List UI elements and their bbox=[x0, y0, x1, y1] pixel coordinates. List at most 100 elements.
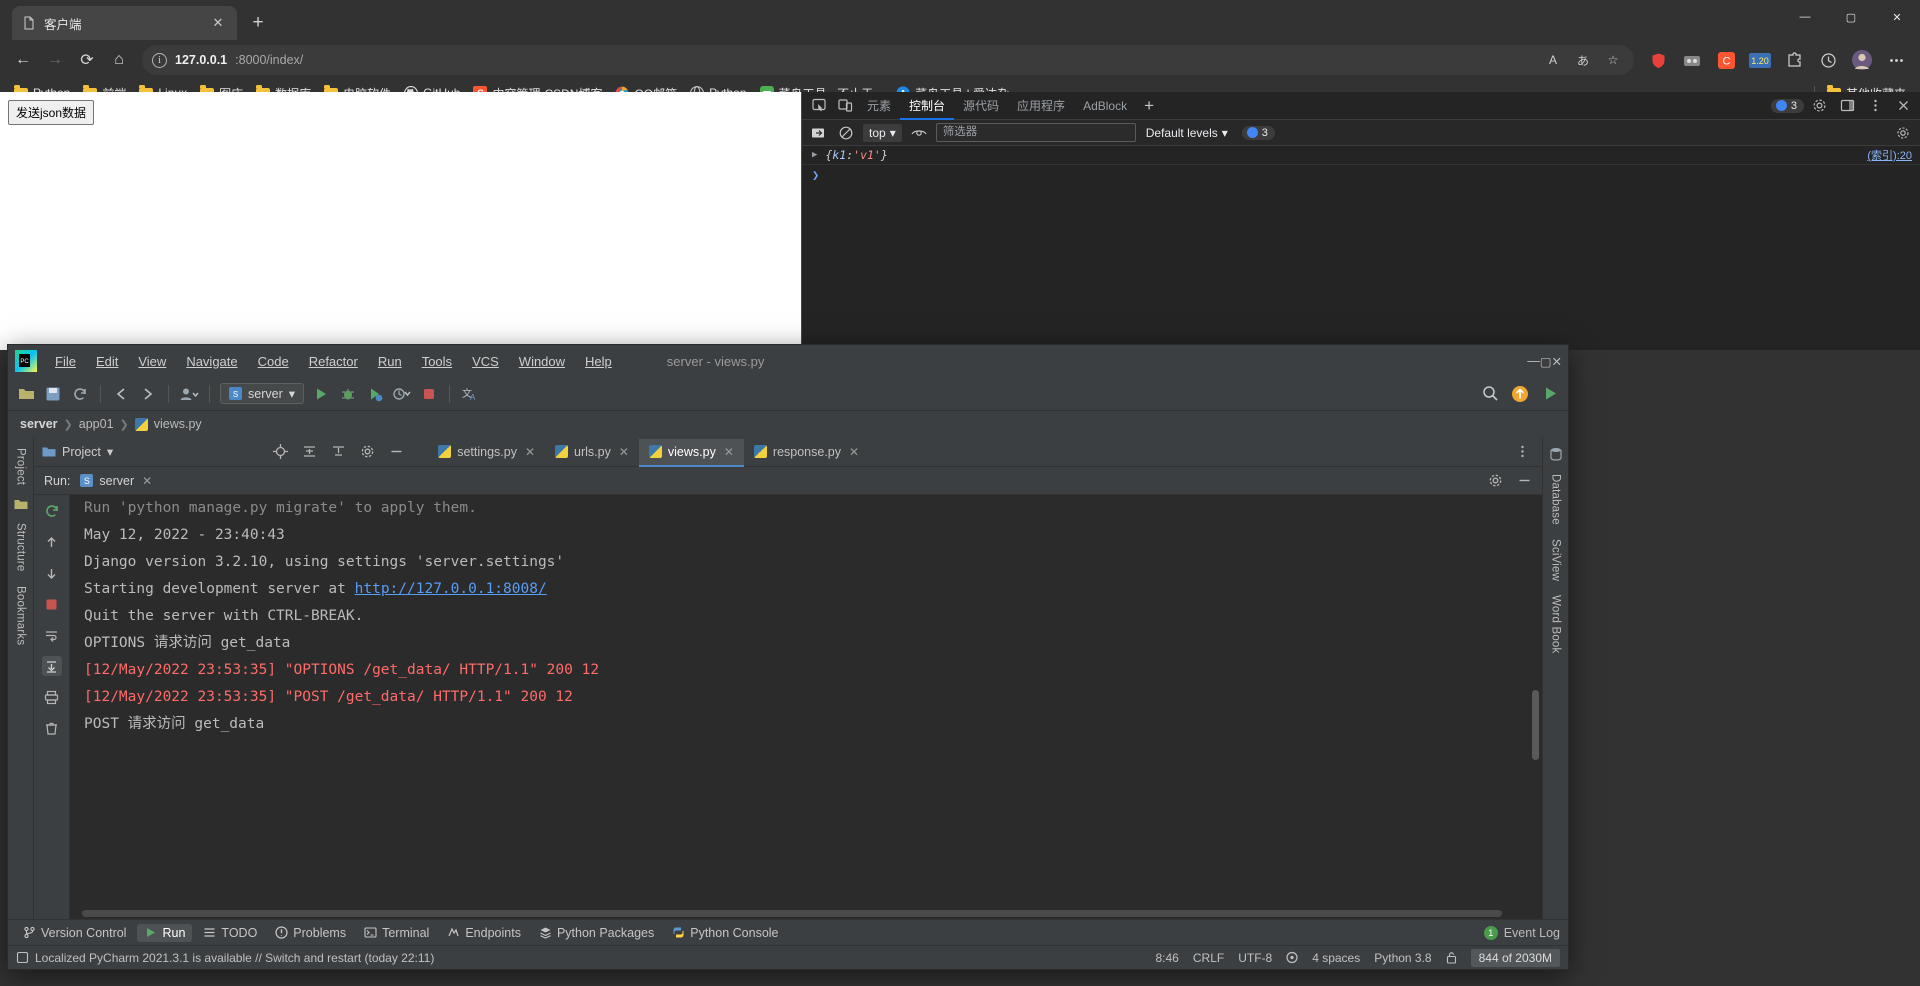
site-info-icon[interactable]: i bbox=[152, 52, 167, 68]
close-icon[interactable]: ✕ bbox=[849, 445, 859, 459]
console-settings-icon[interactable] bbox=[1892, 123, 1914, 143]
pycharm-minimize-button[interactable]: — bbox=[1527, 354, 1540, 369]
inspect-icon[interactable] bbox=[806, 94, 832, 118]
back-icon[interactable]: ← bbox=[8, 45, 38, 75]
gear-icon[interactable] bbox=[1488, 473, 1503, 488]
close-icon[interactable]: ✕ bbox=[525, 445, 535, 459]
server-url-link[interactable]: http://127.0.0.1:8008/ bbox=[355, 581, 547, 597]
expand-arrow-icon[interactable]: ▶ bbox=[812, 150, 817, 160]
collapse-all-icon[interactable] bbox=[331, 444, 346, 459]
home-icon[interactable]: ⌂ bbox=[104, 45, 134, 75]
breadcrumb-item-file[interactable]: views.py bbox=[154, 417, 202, 431]
extension-shield-icon[interactable] bbox=[1642, 45, 1674, 75]
close-icon[interactable]: ✕ bbox=[619, 445, 629, 459]
menu-navigate[interactable]: Navigate bbox=[177, 351, 246, 372]
live-expression-icon[interactable] bbox=[908, 123, 930, 143]
tool-run[interactable]: Run bbox=[137, 923, 193, 942]
avatar[interactable] bbox=[1846, 45, 1878, 75]
pycharm-close-button[interactable]: ✕ bbox=[1552, 354, 1562, 369]
rerun-icon[interactable] bbox=[42, 501, 62, 521]
send-json-button[interactable]: 发送json数据 bbox=[8, 100, 95, 125]
scroll-to-end-icon[interactable] bbox=[41, 656, 62, 676]
sidebar-item-project[interactable]: Project bbox=[15, 441, 27, 492]
browser-minimize-button[interactable]: — bbox=[1782, 0, 1828, 34]
filter-input[interactable]: 筛选器 bbox=[935, 123, 1136, 142]
minimize-icon[interactable] bbox=[1517, 473, 1532, 488]
status-message[interactable]: Localized PyCharm 2021.3.1 is available … bbox=[35, 951, 434, 965]
browser-close-button[interactable]: ✕ bbox=[1874, 0, 1920, 34]
tab-elements[interactable]: 元素 bbox=[858, 92, 900, 120]
menu-file[interactable]: File bbox=[46, 351, 85, 372]
add-favorite-icon[interactable]: ☆ bbox=[1602, 49, 1624, 71]
forward-icon[interactable]: → bbox=[40, 45, 70, 75]
editor-tab-urls[interactable]: urls.py ✕ bbox=[545, 439, 639, 467]
breadcrumb-item-app[interactable]: app01 bbox=[79, 417, 114, 431]
pycharm-maximize-button[interactable]: ▢ bbox=[1540, 354, 1552, 369]
run-panel-tab[interactable]: S server ✕ bbox=[80, 474, 152, 488]
tool-endpoints[interactable]: Endpoints bbox=[440, 924, 528, 942]
save-icon[interactable] bbox=[43, 384, 63, 404]
reload-icon[interactable]: ⟳ bbox=[72, 45, 102, 75]
caret-position[interactable]: 8:46 bbox=[1156, 951, 1179, 965]
tool-version-control[interactable]: Version Control bbox=[16, 924, 133, 942]
soft-wrap-icon[interactable] bbox=[42, 625, 62, 645]
editor-tab-views[interactable]: views.py ✕ bbox=[638, 438, 744, 467]
tool-terminal[interactable]: Terminal bbox=[357, 924, 436, 942]
back-arrow-icon[interactable] bbox=[111, 384, 131, 404]
open-folder-icon[interactable] bbox=[16, 384, 36, 404]
extension-toolbox-icon[interactable] bbox=[1676, 45, 1708, 75]
tool-python-console[interactable]: Python Console bbox=[665, 924, 785, 942]
python-interpreter[interactable]: Python 3.8 bbox=[1374, 951, 1431, 965]
sidebar-item-bookmarks[interactable]: Bookmarks bbox=[15, 579, 27, 652]
sync-icon[interactable] bbox=[70, 384, 90, 404]
gear-icon[interactable] bbox=[1806, 94, 1832, 118]
tool-problems[interactable]: Problems bbox=[268, 924, 353, 942]
address-bar[interactable]: i 127.0.0.1:8000/index/ A あ ☆ bbox=[142, 45, 1634, 75]
console-source-link[interactable]: (索引):20 bbox=[1867, 147, 1912, 163]
hide-panel-icon[interactable] bbox=[389, 444, 404, 459]
add-panel-icon[interactable]: + bbox=[1136, 94, 1162, 118]
sidebar-item-sciview[interactable]: SciView bbox=[1550, 532, 1562, 588]
translate-icon[interactable]: 文A bbox=[460, 384, 480, 404]
menu-vcs[interactable]: VCS bbox=[463, 351, 508, 372]
lock-icon[interactable] bbox=[1286, 951, 1298, 964]
translate-icon[interactable]: あ bbox=[1572, 49, 1594, 71]
memory-indicator[interactable]: 844 of 2030M bbox=[1470, 948, 1560, 967]
history-icon[interactable] bbox=[1812, 45, 1844, 75]
tool-todo[interactable]: TODO bbox=[196, 924, 264, 942]
indent-setting[interactable]: 4 spaces bbox=[1312, 951, 1360, 965]
settings-gear-icon[interactable] bbox=[360, 444, 375, 459]
read-aloud-icon[interactable]: A bbox=[1542, 49, 1564, 71]
extension-puzzle-icon[interactable] bbox=[1778, 45, 1810, 75]
console-vertical-scrollbar[interactable] bbox=[1532, 690, 1539, 760]
console-prompt[interactable]: ❯ bbox=[802, 165, 1920, 185]
tab-close-icon[interactable]: ✕ bbox=[209, 14, 227, 32]
menu-view[interactable]: View bbox=[129, 351, 175, 372]
user-icon[interactable] bbox=[179, 384, 199, 404]
more-settings-icon[interactable] bbox=[1880, 45, 1912, 75]
close-icon[interactable]: ✕ bbox=[724, 445, 734, 459]
tab-application[interactable]: 应用程序 bbox=[1008, 92, 1074, 120]
debug-bug-icon[interactable] bbox=[338, 384, 358, 404]
new-tab-button[interactable]: + bbox=[243, 8, 273, 38]
menu-tools[interactable]: Tools bbox=[413, 351, 461, 372]
locate-icon[interactable] bbox=[273, 444, 289, 459]
expand-all-icon[interactable] bbox=[302, 444, 317, 459]
console-horizontal-scrollbar[interactable] bbox=[82, 910, 1502, 917]
down-arrow-icon[interactable] bbox=[42, 563, 62, 583]
console-sidebar-icon[interactable] bbox=[807, 123, 829, 143]
close-icon[interactable] bbox=[1890, 94, 1916, 118]
tab-sources[interactable]: 源代码 bbox=[954, 92, 1008, 120]
stop-square-icon[interactable] bbox=[419, 384, 439, 404]
readonly-lock-icon[interactable] bbox=[1446, 951, 1457, 964]
stop-icon[interactable] bbox=[42, 594, 62, 614]
menu-window[interactable]: Window bbox=[510, 351, 574, 372]
menu-edit[interactable]: Edit bbox=[87, 351, 127, 372]
run-green-arrow-icon[interactable] bbox=[311, 384, 331, 404]
browser-maximize-button[interactable]: ▢ bbox=[1828, 0, 1874, 34]
event-log-group[interactable]: 1 Event Log bbox=[1483, 925, 1560, 940]
editor-tab-settings[interactable]: settings.py ✕ bbox=[428, 439, 545, 467]
coverage-icon[interactable] bbox=[365, 384, 385, 404]
tab-console[interactable]: 控制台 bbox=[900, 92, 955, 120]
menu-run[interactable]: Run bbox=[369, 351, 411, 372]
